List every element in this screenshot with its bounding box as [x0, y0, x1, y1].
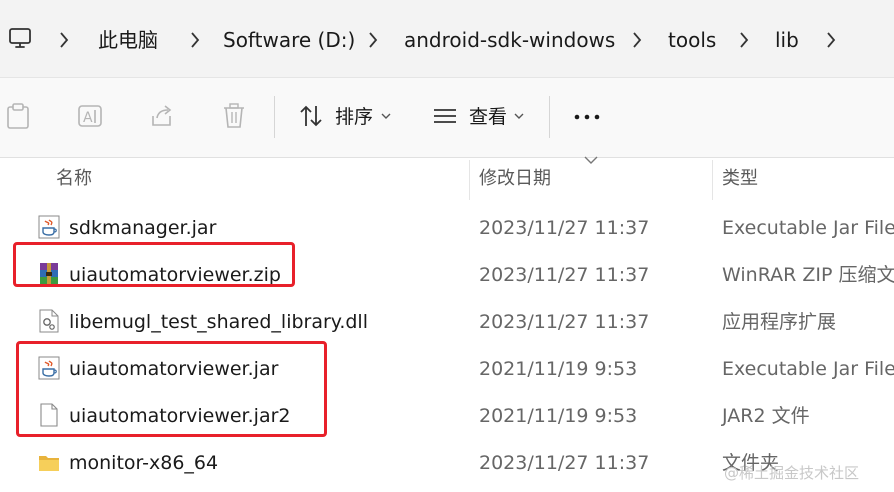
file-date: 2023/11/27 11:37: [479, 311, 650, 333]
svg-text:A: A: [83, 110, 93, 126]
file-type: Executable Jar File: [722, 358, 894, 380]
delete-icon[interactable]: [221, 102, 247, 130]
computer-icon[interactable]: [8, 26, 32, 50]
breadcrumb-item-this-pc[interactable]: 此电脑: [98, 26, 158, 54]
file-type: Executable Jar File: [722, 217, 894, 239]
chevron-right-icon[interactable]: [824, 30, 838, 50]
watermark: @稀土掘金技术社区: [724, 464, 860, 482]
file-name[interactable]: monitor-x86_64: [69, 450, 218, 476]
file-name[interactable]: sdkmanager.jar: [69, 215, 216, 241]
file-type: WinRAR ZIP 压缩文件: [722, 264, 894, 286]
breadcrumb-item-android-sdk[interactable]: android-sdk-windows: [404, 26, 615, 54]
column-header-type[interactable]: 类型: [722, 166, 758, 192]
file-date: 2021/11/19 9:53: [479, 358, 638, 380]
folder-icon: [39, 456, 59, 471]
file-date: 2023/11/27 11:37: [479, 264, 650, 286]
file-type: 应用程序扩展: [722, 311, 837, 333]
breadcrumb-item-lib[interactable]: lib: [775, 26, 799, 54]
column-divider[interactable]: [469, 160, 470, 200]
chevron-right-icon[interactable]: [188, 30, 202, 50]
java-jar-icon: [38, 215, 60, 239]
sort-button[interactable]: 排序: [335, 104, 373, 130]
chevron-right-icon[interactable]: [366, 30, 380, 50]
rename-icon[interactable]: A: [77, 102, 103, 130]
breadcrumb-item-tools[interactable]: tools: [668, 26, 716, 54]
file-date: 2023/11/27 11:37: [479, 217, 650, 239]
column-divider[interactable]: [712, 160, 713, 200]
chevron-right-icon[interactable]: [737, 30, 751, 50]
chevron-right-icon[interactable]: [57, 30, 71, 50]
sort-icon[interactable]: [298, 102, 324, 130]
toolbar-divider: [274, 96, 275, 138]
file-row[interactable]: libemugl_test_shared_library.dll 2023/11…: [0, 298, 894, 345]
breadcrumb-item-software-drive[interactable]: Software (D:): [223, 26, 355, 54]
chevron-down-icon[interactable]: [381, 112, 391, 120]
view-icon[interactable]: [432, 102, 458, 130]
share-icon[interactable]: [149, 102, 175, 130]
chevron-down-icon[interactable]: [514, 112, 524, 120]
paste-icon[interactable]: [5, 102, 31, 130]
toolbar-divider: [549, 96, 550, 138]
more-icon[interactable]: [572, 104, 602, 130]
column-header-date[interactable]: 修改日期: [479, 166, 551, 192]
column-header-name[interactable]: 名称: [56, 166, 92, 192]
sort-direction-icon: [584, 156, 598, 164]
highlight-box-jars: [16, 341, 327, 437]
chevron-right-icon[interactable]: [630, 30, 644, 50]
file-date: 2023/11/27 11:37: [479, 452, 650, 474]
breadcrumb: 此电脑 Software (D:) android-sdk-windows to…: [0, 0, 894, 78]
file-name[interactable]: libemugl_test_shared_library.dll: [69, 309, 368, 335]
dll-file-icon: [39, 309, 59, 333]
file-date: 2021/11/19 9:53: [479, 405, 638, 427]
view-button[interactable]: 查看: [469, 104, 507, 130]
highlight-box-zip: [13, 242, 295, 287]
file-type: JAR2 文件: [722, 405, 810, 427]
